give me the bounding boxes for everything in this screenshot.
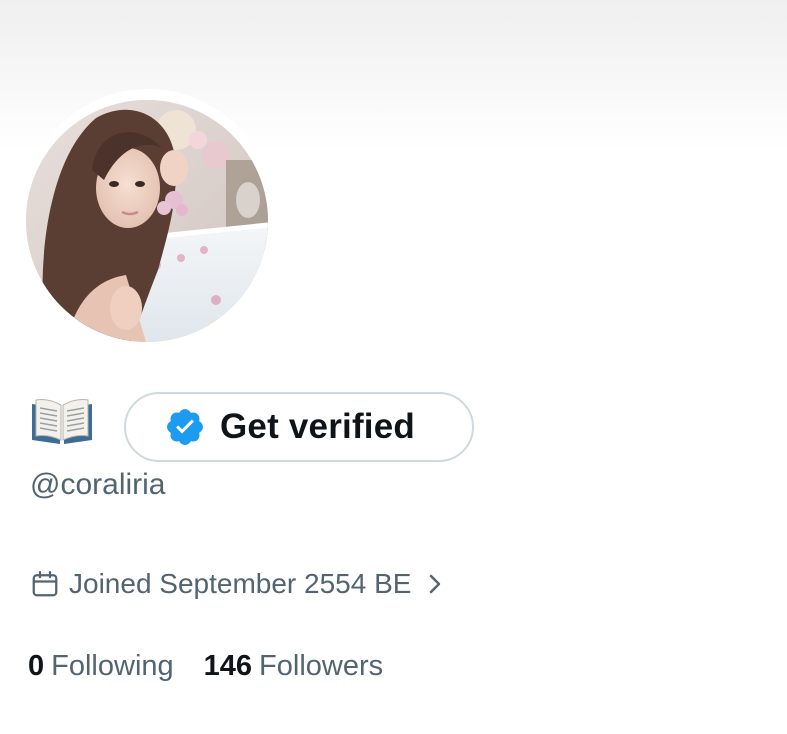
following-count: 0 [28, 650, 45, 682]
followers-link[interactable]: 146 Followers [204, 650, 383, 683]
followers-label: Followers [259, 650, 384, 682]
followers-count: 146 [203, 650, 253, 682]
joined-text: Joined September 2554 BE [69, 568, 412, 599]
following-label: Following [51, 650, 174, 682]
avatar-photo [26, 100, 268, 342]
profile-handle: @coraliria [30, 468, 166, 501]
calendar-icon [32, 571, 58, 597]
verified-badge-icon [167, 409, 203, 445]
open-book-icon [32, 399, 92, 444]
get-verified-button[interactable]: Get verified [124, 392, 474, 462]
chevron-right-icon [430, 574, 441, 594]
following-link[interactable]: 0 Following [28, 650, 174, 683]
display-name [30, 392, 94, 462]
follow-stats: 0 Following 146 Followers [28, 650, 383, 683]
get-verified-label: Get verified [220, 407, 415, 446]
joined-date[interactable]: Joined September 2554 BE [30, 564, 445, 604]
avatar[interactable] [26, 100, 268, 342]
